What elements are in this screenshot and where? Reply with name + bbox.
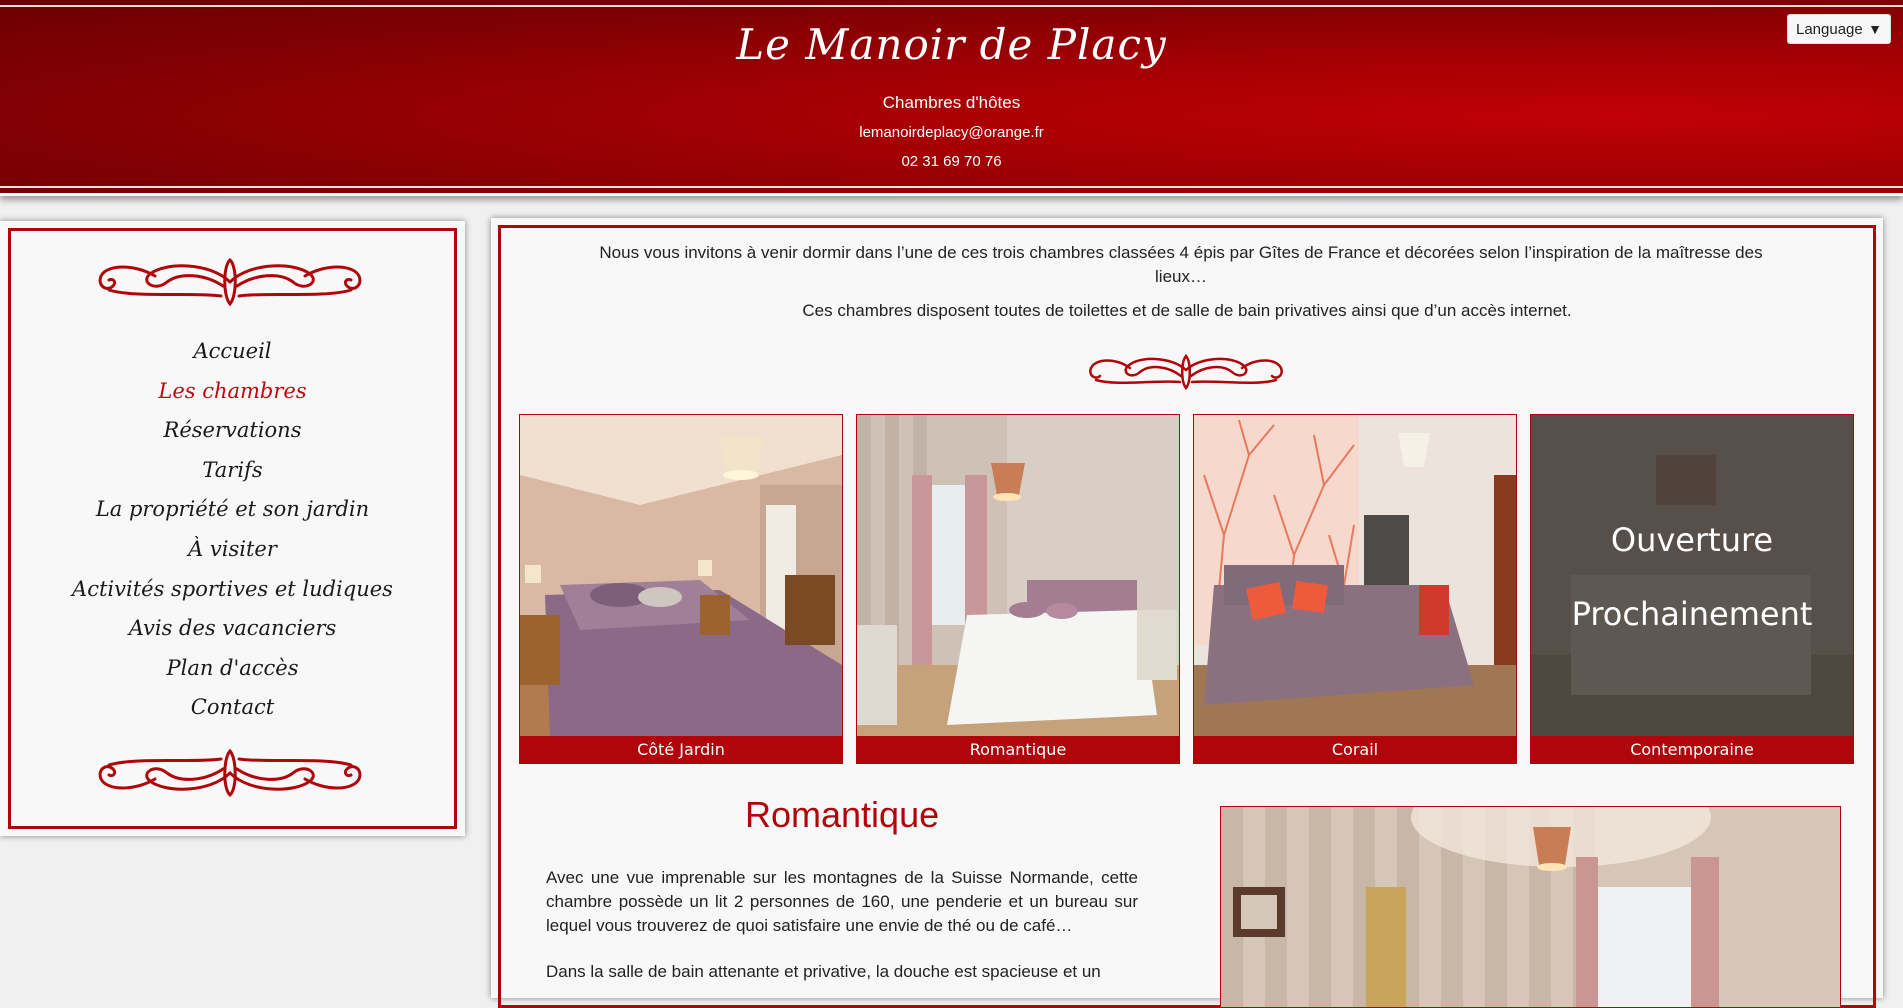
room-detail-description: Avec une vue imprenable sur les montagne… xyxy=(546,868,1138,935)
nav-item-les-chambres[interactable]: Les chambres xyxy=(0,372,465,412)
room-name-corail: Corail xyxy=(1194,736,1516,763)
room-name-cote-jardin: Côté Jardin xyxy=(520,736,842,763)
intro-paragraph: Nous vous invitons à venir dormir dans l… xyxy=(599,243,1763,286)
main-content: Nous vous invitons à venir dormir dans l… xyxy=(491,218,1883,1008)
nav-item-contact[interactable]: Contact xyxy=(0,688,465,728)
site-subtitle: Chambres d'hôtes xyxy=(882,93,1021,112)
amenities-paragraph: Ces chambres disposent toutes de toilett… xyxy=(802,301,1572,320)
room-photo-corail xyxy=(1194,415,1516,736)
language-select[interactable]: Language ▼ xyxy=(1787,14,1891,44)
room-photo-romantique xyxy=(857,415,1179,736)
nav-item-accueil[interactable]: Accueil xyxy=(0,332,465,372)
language-label: Language xyxy=(1796,21,1863,38)
room-detail-title: Romantique xyxy=(745,794,940,835)
room-card-cote-jardin[interactable]: Côté Jardin xyxy=(519,414,843,764)
room-name-contemporaine: Contemporaine xyxy=(1531,736,1853,763)
nav-item-plan-d-acces[interactable]: Plan d'accès xyxy=(0,649,465,689)
chevron-down-icon: ▼ xyxy=(1868,21,1882,37)
flourish-top-ornament xyxy=(98,258,362,307)
nav-item-la-propriete-et-son-jardin[interactable]: La propriété et son jardin xyxy=(0,490,465,530)
nav-item-reservations[interactable]: Réservations xyxy=(0,411,465,451)
flourish-bottom-ornament xyxy=(98,748,362,797)
nav-item-tarifs[interactable]: Tarifs xyxy=(0,451,465,491)
room-detail-image xyxy=(1221,807,1840,1007)
nav-item-avis-des-vacanciers[interactable]: Avis des vacanciers xyxy=(0,609,465,649)
site-header: Le Manoir de Placy Chambres d'hôtes lema… xyxy=(0,0,1903,196)
main-nav: Accueil Les chambres Réservations Tarifs La … xyxy=(0,332,465,728)
room-card-corail[interactable]: Corail xyxy=(1193,414,1517,764)
contact-phone: 02 31 69 70 76 xyxy=(901,153,1002,170)
coming-soon-line2: Prochainement xyxy=(1571,595,1813,633)
sidebar: Accueil Les chambres Réservations Tarifs La … xyxy=(0,221,465,836)
room-card-contemporaine[interactable]: Ouverture Prochainement Contemporaine xyxy=(1530,414,1854,764)
contact-email[interactable]: lemanoirdeplacy@orange.fr xyxy=(0,124,1903,141)
nav-item-a-visiter[interactable]: À visiter xyxy=(0,530,465,570)
room-detail-description-bathroom: Dans la salle de bain attenante et priva… xyxy=(546,962,1101,981)
coming-soon-line1: Ouverture xyxy=(1610,521,1774,559)
room-name-romantique: Romantique xyxy=(857,736,1179,763)
room-detail-photo[interactable] xyxy=(1220,806,1841,1008)
flourish-divider-ornament xyxy=(1089,354,1283,390)
room-card-romantique[interactable]: Romantique xyxy=(856,414,1180,764)
site-title[interactable]: Le Manoir de Placy xyxy=(0,20,1903,69)
header-bottom-line xyxy=(0,186,1903,188)
coming-soon-overlay xyxy=(1531,415,1853,736)
nav-item-activites-sportives-et-ludiques[interactable]: Activités sportives et ludiques xyxy=(0,570,465,610)
header-top-line xyxy=(0,5,1903,7)
room-photo-cote-jardin xyxy=(520,415,842,736)
